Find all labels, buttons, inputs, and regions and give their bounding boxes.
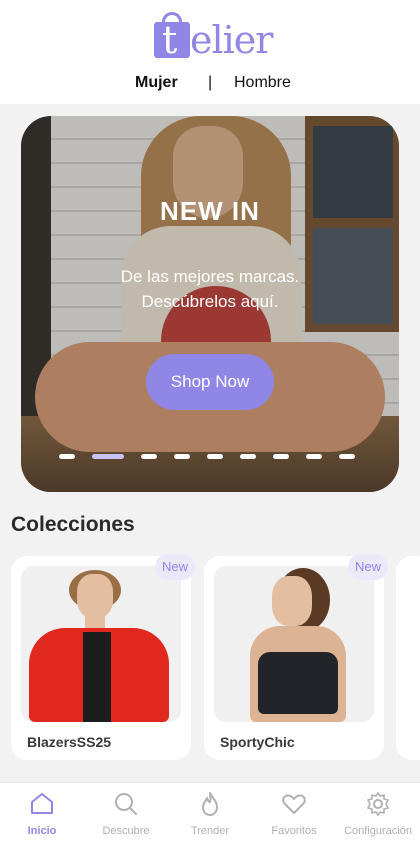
hero-subtitle: De las mejores marcas. Descúbrelos aquí. xyxy=(21,264,399,314)
collection-image-sportychic xyxy=(214,566,374,722)
nav-label: Favoritos xyxy=(271,825,317,837)
app-header: t elier Mujer | Hombre xyxy=(0,0,420,104)
carousel-dot[interactable] xyxy=(174,454,190,459)
collection-card-blazers[interactable]: New BlazersSS25 xyxy=(11,554,195,760)
logo-wordmark: elier xyxy=(190,18,273,62)
model-face xyxy=(77,574,113,618)
hero-subtitle-line: Descúbrelos aquí. xyxy=(141,292,279,311)
carousel-dot[interactable] xyxy=(59,454,75,459)
carousel-dot[interactable] xyxy=(339,454,355,459)
nav-item-trender[interactable]: Trender xyxy=(168,789,252,841)
nav-item-favoritos[interactable]: Favoritos xyxy=(252,789,336,841)
carousel-dot[interactable] xyxy=(207,454,223,459)
nav-item-descubre[interactable]: Descubre xyxy=(84,789,168,841)
nav-label: Trender xyxy=(190,825,230,837)
collection-image-blazers xyxy=(21,566,181,722)
hero-banner[interactable]: NEW IN De las mejores marcas. Descúbrelo… xyxy=(21,116,399,492)
shop-now-button[interactable]: Shop Now xyxy=(146,354,274,410)
gear-icon xyxy=(367,792,389,816)
new-badge: New xyxy=(155,554,195,580)
carousel-dot-active[interactable] xyxy=(92,454,124,459)
tab-divider: | xyxy=(208,74,213,91)
carousel-dot[interactable] xyxy=(273,454,289,459)
collection-card-next-peek[interactable] xyxy=(396,556,420,760)
nav-item-configuracion[interactable]: Configuración xyxy=(336,789,420,841)
collection-label: BlazersSS25 xyxy=(27,734,112,750)
nav-item-inicio[interactable]: Inicio xyxy=(0,789,84,841)
model-face xyxy=(272,576,312,626)
search-icon xyxy=(115,793,137,815)
logo-letter-t: t xyxy=(162,18,178,62)
nav-label: Descubre xyxy=(102,825,150,837)
black-top xyxy=(83,632,111,722)
new-badge: New xyxy=(348,554,388,580)
bottom-nav: Inicio Descubre Trender Favoritos Config… xyxy=(0,782,420,844)
carousel-dot[interactable] xyxy=(141,454,157,459)
tab-hombre[interactable]: Hombre xyxy=(234,74,291,92)
telier-logo[interactable]: t elier xyxy=(152,8,273,64)
hero-subtitle-line: De las mejores marcas. xyxy=(120,267,300,286)
gender-tabs: Mujer | Hombre xyxy=(0,70,420,98)
hero-title: NEW IN xyxy=(160,196,260,226)
carousel-dot[interactable] xyxy=(306,454,322,459)
sports-bra xyxy=(258,652,338,714)
carousel-indicators xyxy=(59,454,361,460)
heart-icon xyxy=(282,794,306,814)
flame-icon xyxy=(202,792,218,816)
nav-label: Configuración xyxy=(344,825,412,837)
home-icon xyxy=(31,793,53,814)
nav-label: Inicio xyxy=(27,825,57,837)
collection-card-sportychic[interactable]: New SportyChic xyxy=(204,554,388,760)
tab-mujer[interactable]: Mujer xyxy=(135,74,178,92)
carousel-dot[interactable] xyxy=(240,454,256,459)
collections-title: Colecciones xyxy=(11,513,135,536)
collection-label: SportyChic xyxy=(220,734,295,750)
